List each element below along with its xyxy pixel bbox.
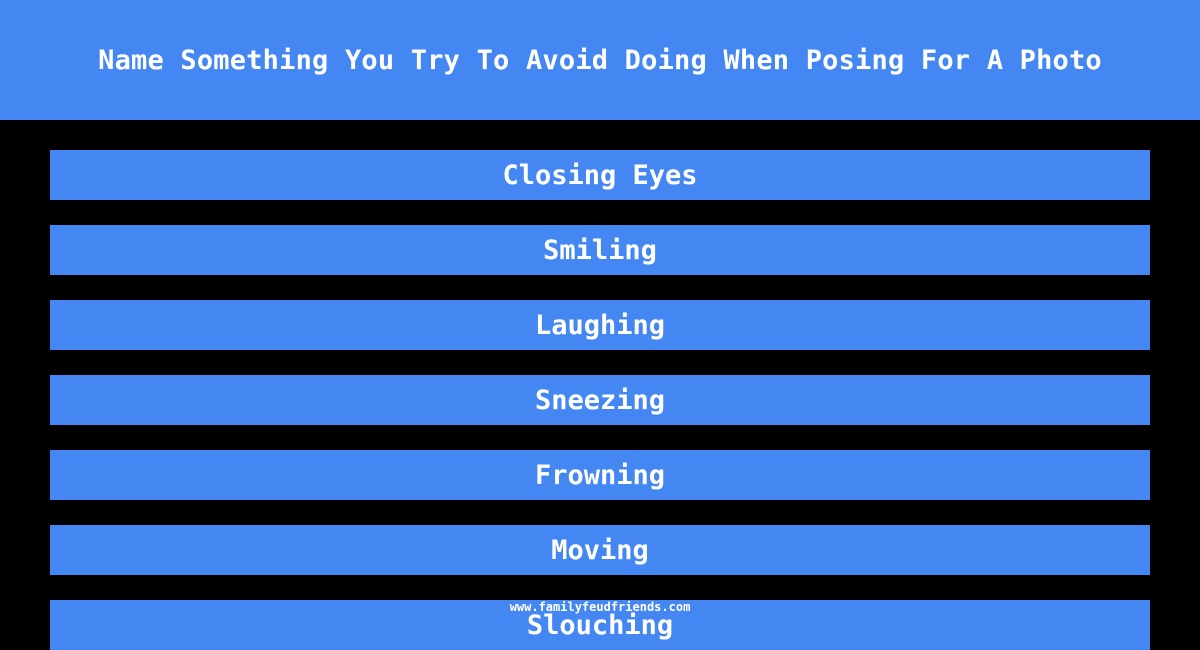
answer-label: Sneezing — [534, 384, 666, 416]
answer-label: Slouching — [526, 609, 674, 641]
site-watermark: www.familyfeudfriends.com — [509, 600, 691, 614]
question-title: Name Something You Try To Avoid Doing Wh… — [98, 44, 1102, 76]
answer-label: Closing Eyes — [502, 159, 698, 191]
answer-item: Moving — [50, 525, 1150, 575]
answer-item: Frowning — [50, 450, 1150, 500]
answer-item: Closing Eyes — [50, 150, 1150, 200]
answer-item: Smiling — [50, 225, 1150, 275]
answer-label: Moving — [551, 534, 649, 566]
answer-item: Sneezing — [50, 375, 1150, 425]
answer-item: Laughing — [50, 300, 1150, 350]
answer-label: Laughing — [534, 309, 666, 341]
answer-label: Smiling — [543, 234, 657, 266]
question-header: Name Something You Try To Avoid Doing Wh… — [0, 0, 1200, 120]
answer-label: Frowning — [534, 459, 666, 491]
